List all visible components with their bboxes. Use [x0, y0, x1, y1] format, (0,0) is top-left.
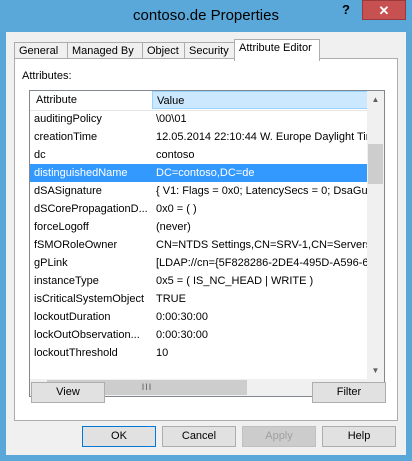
help-button[interactable]: Help	[322, 426, 396, 447]
attribute-name: creationTime	[34, 131, 98, 143]
table-row[interactable]: instanceType 0x5 = ( IS_NC_HEAD | WRITE …	[30, 272, 368, 290]
table-row[interactable]: creationTime 12.05.2014 22:10:44 W. Euro…	[30, 128, 368, 146]
table-row[interactable]: dSCorePropagationD... 0x0 = ( )	[30, 200, 368, 218]
attribute-name: fSMORoleOwner	[34, 239, 118, 251]
column-header-attribute[interactable]: Attribute	[36, 91, 77, 109]
table-row[interactable]: dSASignature { V1: Flags = 0x0; LatencyS…	[30, 182, 368, 200]
vertical-scrollbar[interactable]: ▲ ▼	[367, 91, 384, 379]
attribute-value: contoso	[156, 149, 195, 161]
filter-button[interactable]: Filter	[312, 382, 386, 403]
title-bar[interactable]: contoso.de Properties ? ✕	[0, 0, 412, 32]
column-header-value[interactable]: Value	[152, 91, 368, 109]
apply-button[interactable]: Apply	[242, 426, 316, 447]
attribute-name: lockoutDuration	[34, 311, 111, 323]
ok-button[interactable]: OK	[82, 426, 156, 447]
table-row[interactable]: gPLink [LDAP://cn={5F828286-2DE4-495D-A5…	[30, 254, 368, 272]
attribute-value: { V1: Flags = 0x0; LatencySecs = 0; DsaG…	[156, 185, 368, 197]
table-row-selected[interactable]: distinguishedName DC=contoso,DC=de	[30, 164, 368, 182]
table-row[interactable]: lockoutDuration 0:00:30:00	[30, 308, 368, 326]
attribute-name: forceLogoff	[34, 221, 89, 233]
tab-managed-by[interactable]: Managed By	[67, 42, 143, 59]
cancel-button[interactable]: Cancel	[162, 426, 236, 447]
attribute-value: 10	[156, 347, 169, 359]
tab-object[interactable]: Object	[142, 42, 185, 59]
attributes-list[interactable]: Attribute Value auditingPolicy \00\01 cr…	[29, 90, 385, 397]
attribute-name: instanceType	[34, 275, 99, 287]
tab-security[interactable]: Security	[184, 42, 235, 59]
attribute-name: dSCorePropagationD...	[34, 203, 148, 215]
attribute-value: 12.05.2014 22:10:44 W. Europe Daylight T…	[156, 131, 368, 143]
table-row[interactable]: fSMORoleOwner CN=NTDS Settings,CN=SRV-1,…	[30, 236, 368, 254]
attribute-value: 0:00:30:00	[156, 329, 208, 341]
attribute-value: \00\01	[156, 113, 187, 125]
attribute-name: gPLink	[34, 257, 68, 269]
attributes-label: Attributes:	[22, 70, 72, 82]
view-button[interactable]: View	[31, 382, 105, 403]
table-row[interactable]: forceLogoff (never)	[30, 218, 368, 236]
scroll-down-icon[interactable]: ▼	[367, 362, 384, 379]
attribute-name: auditingPolicy	[34, 113, 102, 125]
attribute-name: lockOutObservation...	[34, 329, 140, 341]
tab-attribute-editor[interactable]: Attribute Editor	[234, 39, 320, 61]
scroll-up-icon[interactable]: ▲	[367, 91, 384, 108]
attribute-value: (never)	[156, 221, 191, 233]
help-title-button[interactable]: ?	[332, 0, 360, 20]
list-header: Attribute Value	[30, 91, 368, 111]
close-button[interactable]: ✕	[362, 0, 406, 20]
attribute-value: DC=contoso,DC=de	[156, 167, 255, 179]
attribute-name: lockoutThreshold	[34, 347, 118, 359]
attribute-value: TRUE	[156, 293, 186, 305]
table-row[interactable]: isCriticalSystemObject TRUE	[30, 290, 368, 308]
vertical-scroll-thumb[interactable]	[368, 144, 383, 184]
attribute-value: 0x5 = ( IS_NC_HEAD | WRITE )	[156, 275, 314, 287]
attribute-value: 0:00:30:00	[156, 311, 208, 323]
attribute-name: dc	[34, 149, 46, 161]
attribute-name: isCriticalSystemObject	[34, 293, 145, 305]
attribute-name: distinguishedName	[34, 167, 128, 179]
attribute-value: 0x0 = ( )	[156, 203, 197, 215]
table-row[interactable]: lockoutThreshold 10	[30, 344, 368, 362]
table-row[interactable]: dc contoso	[30, 146, 368, 164]
table-row[interactable]: lockOutObservation... 0:00:30:00	[30, 326, 368, 344]
dialog-client: General Managed By Object Security Attri…	[6, 32, 406, 455]
attribute-value: [LDAP://cn={5F828286-2DE4-495D-A596-6	[156, 257, 368, 269]
tab-general[interactable]: General	[14, 42, 68, 59]
attribute-name: dSASignature	[34, 185, 102, 197]
attribute-value: CN=NTDS Settings,CN=SRV-1,CN=Servers,	[156, 239, 368, 251]
table-row[interactable]: auditingPolicy \00\01	[30, 110, 368, 128]
